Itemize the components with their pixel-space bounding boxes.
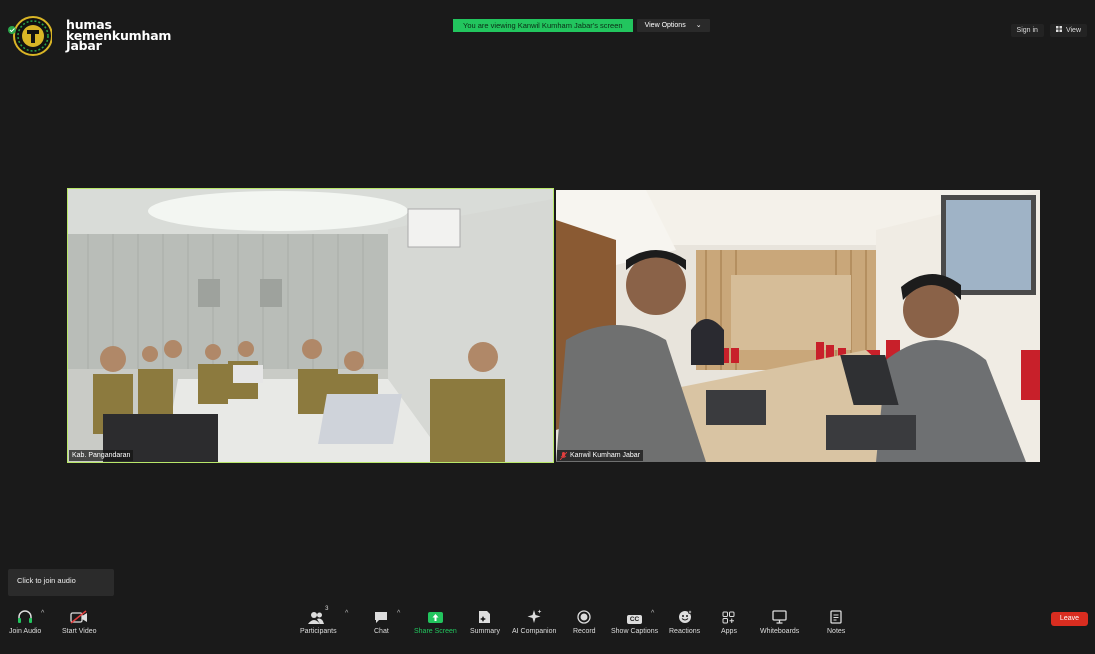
participant-name-tag: Kab. Pangandaran	[69, 450, 134, 461]
apps-icon	[722, 606, 735, 624]
tooltip-text: Click to join audio	[17, 576, 76, 585]
view-options-button[interactable]: View Options ⌄	[636, 19, 710, 32]
viewing-screen-label: You are viewing Kanwil Kumham Jabar's sc…	[453, 19, 633, 32]
record-button[interactable]: Record	[573, 606, 596, 635]
participants-label: Participants	[300, 628, 337, 635]
start-video-label: Start Video	[62, 628, 97, 635]
brand-wordmark: humas kemenkumham Jabar	[66, 19, 171, 54]
participant-video-feed	[68, 189, 553, 462]
sign-in-button[interactable]: Sign in	[1010, 24, 1044, 37]
summary-button[interactable]: Summary	[470, 606, 500, 635]
notes-icon	[830, 606, 842, 624]
participants-button[interactable]: 3 Participants	[300, 606, 337, 635]
grid-view-icon	[1055, 24, 1062, 37]
join-audio-tooltip: Click to join audio	[8, 569, 114, 596]
share-screen-icon	[427, 606, 443, 624]
record-icon	[577, 606, 591, 624]
notes-label: Notes	[827, 628, 846, 635]
apps-button[interactable]: Apps	[721, 606, 737, 635]
view-label: View	[1065, 27, 1081, 34]
participant-name-tag: Kanwil Kumham Jabar	[557, 450, 644, 461]
chat-button[interactable]: Chat	[374, 606, 389, 635]
brand-line-3: Jabar	[66, 38, 102, 54]
ai-companion-label: AI Companion	[512, 628, 557, 635]
video-tile-kanwil[interactable]: Kanwil Kumham Jabar	[556, 190, 1040, 462]
top-right-controls: Sign in View	[1010, 24, 1087, 37]
kemenkumham-emblem-icon	[6, 14, 53, 58]
video-tile-pangandaran[interactable]: Kab. Pangandaran	[67, 188, 554, 463]
captions-icon-text: CC	[626, 615, 643, 624]
participants-options-chevron-icon[interactable]: ^	[345, 610, 348, 617]
leave-button[interactable]: Leave	[1050, 612, 1088, 626]
audio-options-chevron-icon[interactable]: ^	[41, 610, 44, 617]
view-button[interactable]: View	[1049, 24, 1087, 37]
participant-name: Kab. Pangandaran	[72, 452, 131, 459]
participant-video-feed	[556, 190, 1040, 462]
summary-icon	[478, 606, 491, 624]
show-captions-label: Show Captions	[611, 628, 659, 635]
whiteboards-label: Whiteboards	[760, 628, 800, 635]
share-screen-button[interactable]: Share Screen	[414, 606, 457, 635]
reactions-button[interactable]: Reactions	[669, 606, 700, 635]
captions-icon: CC	[626, 606, 643, 624]
ai-sparkle-icon	[527, 606, 542, 624]
summary-label: Summary	[470, 628, 500, 635]
microphone-muted-icon	[559, 451, 568, 460]
reactions-icon	[678, 606, 692, 624]
brand-logo: humas kemenkumham Jabar	[6, 14, 171, 58]
whiteboards-button[interactable]: Whiteboards	[760, 606, 799, 635]
whiteboard-icon	[772, 606, 787, 624]
apps-label: Apps	[721, 628, 737, 635]
meeting-toolbar: Join Audio ^ Start Video 3 Participants …	[0, 600, 1095, 654]
headphones-icon	[17, 606, 33, 624]
captions-options-chevron-icon[interactable]: ^	[651, 610, 654, 617]
chat-icon	[374, 606, 388, 624]
participants-icon: 3	[308, 606, 328, 624]
video-off-icon	[70, 606, 88, 624]
reactions-label: Reactions	[669, 628, 701, 635]
share-screen-label: Share Screen	[414, 628, 457, 635]
screen-share-banner: You are viewing Kanwil Kumham Jabar's sc…	[453, 19, 710, 32]
record-label: Record	[573, 628, 596, 635]
view-options-label: View Options	[644, 22, 686, 29]
notes-button[interactable]: Notes	[827, 606, 845, 635]
participant-name: Kanwil Kumham Jabar	[570, 452, 641, 459]
leave-label: Leave	[1059, 615, 1079, 622]
chevron-down-icon: ⌄	[695, 22, 702, 29]
sign-in-label: Sign in	[1016, 27, 1038, 34]
ai-companion-button[interactable]: AI Companion	[512, 606, 556, 635]
participants-count: 3	[325, 606, 329, 612]
join-audio-button[interactable]: Join Audio	[9, 606, 41, 635]
chat-label: Chat	[374, 628, 389, 635]
join-audio-label: Join Audio	[9, 628, 42, 635]
chat-options-chevron-icon[interactable]: ^	[397, 610, 400, 617]
start-video-button[interactable]: Start Video	[62, 606, 97, 635]
